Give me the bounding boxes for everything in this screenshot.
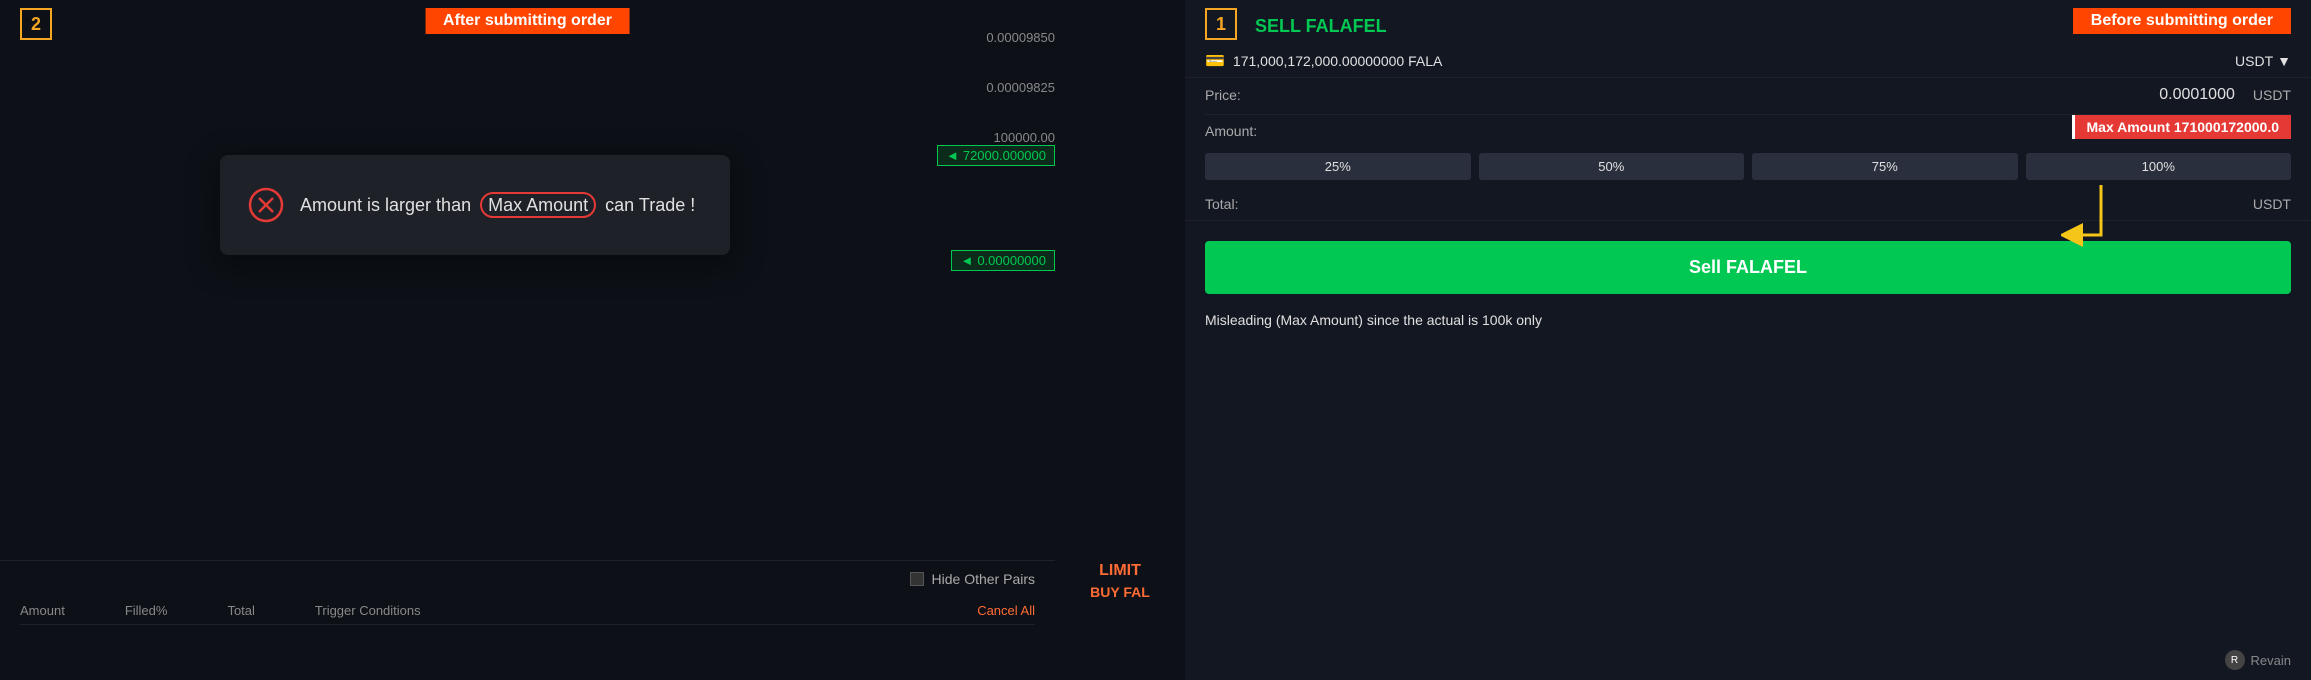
amount-label: Amount:: [1205, 123, 1275, 139]
col-trigger: Trigger Conditions: [315, 603, 421, 618]
revain-label: Revain: [2251, 653, 2291, 668]
currency-selector[interactable]: USDT ▼: [2235, 53, 2291, 69]
middle-panel: LIMIT BUY FAL: [1055, 0, 1185, 680]
currency-label: USDT: [2235, 53, 2273, 69]
max-amount-badge: Max Amount 171000172000.0: [2072, 115, 2291, 139]
pct-row: 25% 50% 75% 100%: [1185, 145, 2311, 188]
chart-area: 0.00009850 0.00009825 100000.00 72000.00…: [0, 0, 1055, 560]
total-currency: USDT: [2253, 196, 2291, 212]
yellow-arrow: [2061, 175, 2121, 280]
balance-info: 💳 171,000,172,000.00000000 FALA: [1205, 51, 1442, 71]
col-amount: Amount: [20, 603, 65, 618]
balance-row: 💳 171,000,172,000.00000000 FALA USDT ▼: [1185, 45, 2311, 78]
right-panel: 1 Before submitting order SELL FALAFEL 💳…: [1185, 0, 2311, 680]
sell-falafel-button[interactable]: Sell FALAFEL: [1205, 241, 2291, 294]
currency-arrow: ▼: [2277, 53, 2291, 69]
price-label-2: 0.00009825: [986, 80, 1055, 95]
pct-25-button[interactable]: 25%: [1205, 153, 1471, 180]
total-label: Total:: [1205, 196, 1275, 212]
price-tag-green-2: 0.00000000: [951, 250, 1055, 271]
pct-50-button[interactable]: 50%: [1479, 153, 1745, 180]
price-input[interactable]: [1285, 86, 2235, 104]
buy-fal-label: BUY FAL: [1090, 584, 1150, 600]
error-dialog: Amount is larger than Max Amount can Tra…: [220, 155, 730, 255]
price-label: Price:: [1205, 87, 1275, 103]
price-row: Price: USDT: [1185, 78, 2311, 112]
wallet-icon: 💳: [1205, 51, 1225, 71]
limit-label: LIMIT: [1099, 562, 1141, 580]
error-message: Amount is larger than Max Amount can Tra…: [300, 195, 695, 216]
misleading-text: Misleading (Max Amount) since the actual…: [1205, 312, 1542, 328]
price-tag-green-1: 72000.000000: [937, 145, 1055, 166]
error-icon: [248, 187, 284, 223]
misleading-note: Misleading (Max Amount) since the actual…: [1185, 304, 2311, 336]
before-submitting-label: Before submitting order: [2073, 8, 2291, 34]
pct-75-button[interactable]: 75%: [1752, 153, 2018, 180]
amount-row: Amount: FALAFEL Max Amount 171000172000.…: [1185, 117, 2311, 145]
revain-badge: R Revain: [2225, 650, 2291, 670]
price-currency: USDT: [2253, 87, 2291, 103]
price-label-1: 0.00009850: [986, 30, 1055, 45]
total-row: Total: USDT: [1185, 188, 2311, 221]
hide-pairs-label: Hide Other Pairs: [932, 571, 1035, 587]
hide-pairs-row: Hide Other Pairs: [20, 571, 1035, 587]
col-filled: Filled%: [125, 603, 168, 618]
hide-pairs-checkbox[interactable]: [910, 572, 924, 586]
col-total: Total: [227, 603, 254, 618]
max-amount-highlight: Max Amount: [480, 192, 596, 218]
table-header: Amount Filled% Total Trigger Conditions …: [20, 597, 1035, 625]
balance-value: 171,000,172,000.00000000 FALA: [1233, 53, 1442, 69]
bottom-left: Hide Other Pairs Amount Filled% Total Tr…: [0, 560, 1055, 680]
left-panel: 2 After submitting order 0.00009850 0.00…: [0, 0, 1055, 680]
price-label-3: 100000.00: [994, 130, 1055, 145]
cancel-all-button[interactable]: Cancel All: [977, 603, 1035, 618]
panel-number-right: 1: [1205, 8, 1237, 40]
revain-icon: R: [2225, 650, 2245, 670]
